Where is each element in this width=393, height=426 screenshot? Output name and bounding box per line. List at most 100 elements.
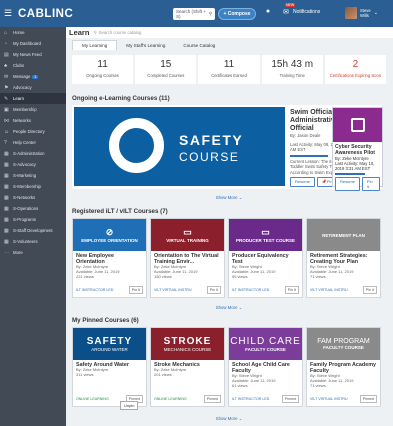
course-card[interactable]: STROKE MECHANICS COURSE Stroke Mechanics B…	[150, 327, 225, 407]
show-more-pinned[interactable]: Show More ⌄	[199, 416, 259, 422]
sidebar-item-s-networks[interactable]: ▦ S-Networks	[0, 192, 66, 203]
course-title[interactable]: Cyber Security Awareness Pilot	[335, 144, 380, 156]
stat-certificates[interactable]: 11 Certificates Earned	[198, 55, 260, 84]
course-card[interactable]: FAM PROGRAM FACULTY COURSE Family Program…	[306, 327, 381, 407]
operations-icon: ▦	[4, 205, 9, 212]
membership-icon: ▣	[4, 106, 9, 113]
sidebar-item-dashboard[interactable]: ◔ My Dashboard	[0, 38, 66, 49]
pin-button[interactable]: Pin It	[206, 286, 221, 294]
registered-section-title: Registered iLT / vILT Courses (7)	[72, 208, 168, 215]
thumbnail-label: VIRTUAL TRAINING	[166, 238, 209, 243]
notifications-icon[interactable]: ✉	[281, 8, 291, 16]
stat-ongoing[interactable]: 11 Ongoing Courses	[72, 55, 134, 84]
course-type: VILT VIRTUAL INSTRU	[154, 288, 192, 292]
course-card[interactable]: ⊘ EMPLOYEE ORIENTATION New Employee Orien…	[72, 218, 147, 298]
sidebar-item-s-advocacy[interactable]: ▦ S-Advocacy	[0, 159, 66, 170]
compose-button[interactable]: + Compose	[218, 8, 256, 20]
course-card[interactable]: CHILD CARE FACULTY COURSE School Age Chil…	[228, 327, 303, 407]
pinned-button[interactable]: Pinned	[203, 395, 221, 403]
sidebar-item-label: Learn	[13, 96, 24, 101]
tab-course-catalog[interactable]: Course Catalog	[174, 40, 224, 50]
sidebar-item-s-volunteers[interactable]: ▦ S-Volunteers	[0, 236, 66, 247]
sidebar-item-more[interactable]: ⋯ More	[0, 247, 66, 258]
sidebar-item-label: S-Networks	[13, 195, 36, 200]
sidebar-item-label: Help Center	[13, 140, 36, 145]
course-search-input[interactable]: Search course catalog	[99, 30, 142, 35]
user-menu[interactable]: Steve Wills ⌄	[345, 7, 378, 19]
tab-my-staffs-learning[interactable]: My Staff's Learning	[117, 40, 174, 50]
course-card[interactable]: ▭ VIRTUAL TRAINING Orientation to The Vir…	[150, 218, 225, 298]
thumbnail-title: SAFETY	[86, 336, 133, 347]
course-thumbnail: FAM PROGRAM FACULTY COURSE	[307, 328, 380, 360]
pin-button[interactable]: Pin It	[361, 177, 380, 191]
dashboard-icon: ◔	[4, 40, 8, 47]
resume-button[interactable]: Resume	[335, 177, 360, 191]
course-card[interactable]: ▭ PRODUCER TEST COURSE Producer Equivalen…	[228, 218, 303, 298]
notifications-label[interactable]: Notifications	[293, 9, 320, 15]
stat-label: Certifications Expiring Soon	[329, 73, 382, 78]
pinned-button[interactable]: Pinned	[281, 395, 299, 403]
sidebar-item-advocacy[interactable]: ⚑ Advocacy	[0, 82, 66, 93]
resume-button[interactable]: Resume	[290, 177, 315, 187]
search-icon: ⚲	[93, 29, 97, 35]
admin-icon: ▦	[4, 150, 9, 157]
sidebar-item-label: S-Volunteers	[13, 239, 38, 244]
sidebar-item-message[interactable]: ✉ Message 1	[0, 71, 66, 82]
view-count: 150 views	[154, 273, 172, 279]
course-thumbnail: ⊘ EMPLOYEE ORIENTATION	[73, 219, 146, 251]
course-type: ILT INSTRUCTOR LED	[232, 397, 270, 401]
sidebar-item-label: Advocacy	[13, 85, 32, 90]
networks-icon: ⋈	[4, 117, 9, 124]
chevron-down-icon: ⌄	[373, 9, 378, 16]
sidebar-nav: ⌂ Home ◔ My Dashboard ▤ My News Feed ♣ Clubs…	[0, 27, 66, 258]
view-count: 311 views	[76, 371, 94, 377]
learning-stats: 11 Ongoing Courses 15 Completed Courses 11…	[72, 55, 387, 84]
tab-my-learning[interactable]: My Learning	[72, 40, 118, 50]
pin-button[interactable]: Pin It	[362, 286, 377, 294]
course-thumbnail: CHILD CARE FACULTY COURSE	[229, 328, 302, 360]
sidebar-item-s-programs[interactable]: ▦ S-Programs	[0, 214, 66, 225]
pin-button[interactable]: Pin It	[128, 286, 143, 294]
app-logo[interactable]: ☰ CABLINC	[4, 0, 73, 27]
thumbnail-title: SAFETY	[179, 132, 244, 148]
course-card[interactable]: RETIREMENT PLAN Retirement Strategies: C…	[306, 218, 381, 298]
stat-expiring[interactable]: 2 Certifications Expiring Soon	[324, 55, 387, 84]
stat-label: Training Time	[279, 73, 305, 78]
sidebar-item-s-operations[interactable]: ▦ S-Operations	[0, 203, 66, 214]
menu-icon[interactable]: ☰	[4, 8, 16, 19]
view-count: 71 views	[310, 382, 326, 388]
stat-label: Certificates Earned	[211, 73, 247, 78]
show-more-registered[interactable]: Show More ⌄	[199, 305, 259, 311]
sidebar-item-people-directory[interactable]: ☺ People Directory	[0, 126, 66, 137]
stat-completed[interactable]: 15 Completed Courses	[135, 55, 197, 84]
new-badge: NEW	[285, 3, 296, 7]
stat-training-time: 15h 43 m Training Time	[261, 55, 323, 84]
avatar	[345, 7, 357, 19]
sidebar-item-home[interactable]: ⌂ Home	[0, 27, 66, 38]
cyber-security-card[interactable]: Cyber Security Awareness Pilot By: Zeke …	[332, 107, 383, 191]
pinned-section-title: My Pinned Courses (6)	[72, 317, 139, 324]
sidebar-item-s-administration[interactable]: ▦ S-Administration	[0, 148, 66, 159]
course-card[interactable]: SAFETY AROUND WATER Safety Around Water By…	[72, 327, 147, 407]
sidebar-item-networks[interactable]: ⋈ Networks	[0, 115, 66, 126]
user-last-name: Wills	[360, 13, 369, 18]
sidebar-item-s-marketing[interactable]: ▦ S-Marketing	[0, 170, 66, 181]
sidebar-item-news-feed[interactable]: ▤ My News Feed	[0, 49, 66, 60]
course-type: ONLINE LEARNING	[76, 397, 109, 401]
page-title: Learn	[69, 28, 90, 37]
more-icon: ⋯	[4, 249, 9, 256]
sidebar-item-clubs[interactable]: ♣ Clubs	[0, 60, 66, 71]
help-icon[interactable]: ●	[263, 8, 273, 15]
pinned-button[interactable]: Pinned	[359, 395, 377, 403]
global-search[interactable]: Search (Shift + S) ⚲	[173, 8, 215, 20]
pin-button[interactable]: Pin It	[284, 286, 299, 294]
sidebar-item-help-center[interactable]: ? Help Center	[0, 137, 66, 148]
thumbnail-subtitle: COURSE	[179, 150, 240, 164]
sidebar-item-membership[interactable]: ▣ Membership	[0, 104, 66, 115]
sidebar-item-s-membership[interactable]: ▦ S-Membership	[0, 181, 66, 192]
stat-label: Ongoing Courses	[86, 73, 119, 78]
sidebar-item-learn[interactable]: ✎ Learn	[0, 93, 66, 104]
show-more-ongoing[interactable]: Show More ⌄	[199, 195, 259, 201]
sidebar-item-s-staff-development[interactable]: ▦ S-Staff Development	[0, 225, 66, 236]
sidebar-item-label: Membership	[13, 107, 37, 112]
